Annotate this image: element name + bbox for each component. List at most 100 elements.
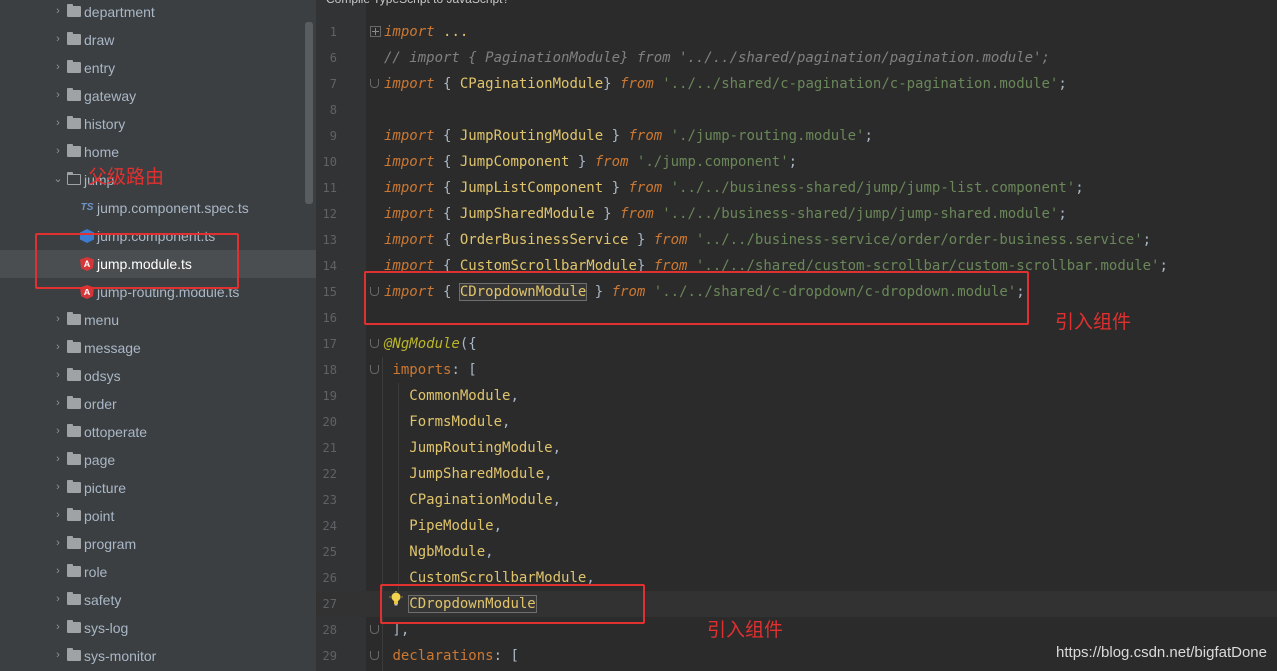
code-token: ; [1058,206,1067,222]
line-number: 16 [322,311,337,325]
chevron-right-icon[interactable]: › [52,54,64,82]
code-token: './jump.component' [636,154,789,170]
fold-expand-icon[interactable] [370,26,381,37]
compile-notification[interactable]: Compile TypeScript to JavaScript? [326,0,509,8]
code-line[interactable]: 18 imports: [ [316,357,1277,383]
code-line[interactable]: 20 FormsModule, [316,409,1277,435]
chevron-right-icon[interactable]: › [52,586,64,614]
chevron-right-icon[interactable]: › [52,0,64,26]
code-token: { [434,76,460,92]
chevron-down-icon[interactable]: ⌄ [52,166,64,194]
code-token: import [384,206,435,222]
chevron-right-icon[interactable]: › [52,502,64,530]
code-line[interactable]: 8 [316,97,1277,123]
tree-folder[interactable]: › department [0,0,305,26]
chevron-right-icon[interactable]: › [52,642,64,670]
code-line[interactable]: 24 PipeModule, [316,513,1277,539]
chevron-right-icon[interactable]: › [52,530,64,558]
code-line[interactable]: 12 import { JumpSharedModule } from '../.… [316,201,1277,227]
folder-label: program [84,536,137,552]
tree-folder[interactable]: › safety [0,586,305,614]
tree-folder[interactable]: › point [0,502,305,530]
code-text: import ... [384,19,468,45]
code-token: './jump-routing.module' [670,128,865,144]
chevron-right-icon[interactable]: › [52,614,64,642]
tree-folder[interactable]: › message [0,334,305,362]
chevron-right-icon[interactable]: › [52,474,64,502]
tree-folder[interactable]: › history [0,110,305,138]
sidebar-scrollbar[interactable] [305,22,313,204]
chevron-right-icon[interactable]: › [52,26,64,54]
fold-marker-icon[interactable] [370,651,379,660]
code-line[interactable]: 19 CommonModule, [316,383,1277,409]
fold-marker-icon[interactable] [370,625,379,634]
folder-label: entry [84,60,116,76]
folder-icon [67,452,81,465]
tree-folder[interactable]: › ottoperate [0,418,305,446]
chevron-right-icon[interactable]: › [52,306,64,334]
tree-folder[interactable]: › program [0,530,305,558]
code-editor[interactable]: 1 import ... 6 // import { PaginationModule… [316,0,1277,671]
code-token: CommonModule [409,388,511,404]
chevron-right-icon[interactable]: › [52,362,64,390]
code-token: // import { PaginationModule} from '../.… [384,50,1050,66]
code-token: JumpRoutingModule [459,128,604,144]
chevron-right-icon[interactable]: › [52,334,64,362]
chevron-right-icon[interactable]: › [52,110,64,138]
code-line[interactable]: 17 @NgModule({ [316,331,1277,357]
tree-folder[interactable]: › draw [0,26,305,54]
tree-folder[interactable]: › order [0,390,305,418]
code-line[interactable]: 13 import { OrderBusinessService } from '… [316,227,1277,253]
fold-marker-icon[interactable] [370,365,379,374]
tree-file[interactable]: TS jump.component.spec.ts [0,194,305,222]
chevron-right-icon[interactable]: › [52,446,64,474]
code-line[interactable]: 9 import { JumpRoutingModule } from './ju… [316,123,1277,149]
code-token: , [485,544,494,560]
code-text: imports: [ [384,357,476,383]
code-line[interactable]: 25 NgbModule, [316,539,1277,565]
code-line[interactable]: 10 import { JumpComponent } from './jump.… [316,149,1277,175]
line-number: 18 [322,363,337,377]
code-line[interactable]: 23 CPaginationModule, [316,487,1277,513]
tree-folder[interactable]: › menu [0,306,305,334]
code-line[interactable]: 21 JumpRoutingModule, [316,435,1277,461]
folder-label: point [84,508,115,524]
file-label: jump.component.spec.ts [97,200,249,216]
tree-folder[interactable]: › page [0,446,305,474]
chevron-right-icon[interactable]: › [52,138,64,166]
chevron-right-icon[interactable]: › [52,82,64,110]
tree-folder[interactable]: › sys-monitor [0,642,305,670]
tree-folder[interactable]: › picture [0,474,305,502]
chevron-right-icon[interactable]: › [52,390,64,418]
code-line[interactable]: 1 import ... [316,19,1277,45]
code-token: , [493,518,503,534]
folder-icon [67,116,81,129]
folder-icon [67,648,81,661]
fold-marker-icon[interactable] [370,339,379,348]
code-token: } [628,232,654,248]
code-token: } [569,154,595,170]
tree-folder[interactable]: › entry [0,54,305,82]
tree-folder[interactable]: › odsys [0,362,305,390]
line-number: 19 [322,389,337,403]
tree-folder[interactable]: › role [0,558,305,586]
line-number: 9 [329,129,337,143]
code-line[interactable]: 7 import { CPaginationModule} from '../..… [316,71,1277,97]
tree-folder[interactable]: › gateway [0,82,305,110]
annotation-import-component-bottom: 引入组件 [707,620,784,641]
line-number: 7 [329,77,337,91]
watermark: https://blog.csdn.net/bigfatDone [1056,644,1267,661]
code-line[interactable]: 6 // import { PaginationModule} from '../… [316,45,1277,71]
chevron-right-icon[interactable]: › [52,418,64,446]
chevron-right-icon[interactable]: › [52,558,64,586]
fold-marker-icon[interactable] [370,79,379,88]
code-text: import { JumpComponent } from './jump.co… [384,149,797,175]
code-line[interactable]: 22 JumpSharedModule, [316,461,1277,487]
code-line[interactable]: 11 import { JumpListComponent } from '../… [316,175,1277,201]
code-token: FormsModule [409,414,503,430]
tree-folder[interactable]: › sys-log [0,614,305,642]
